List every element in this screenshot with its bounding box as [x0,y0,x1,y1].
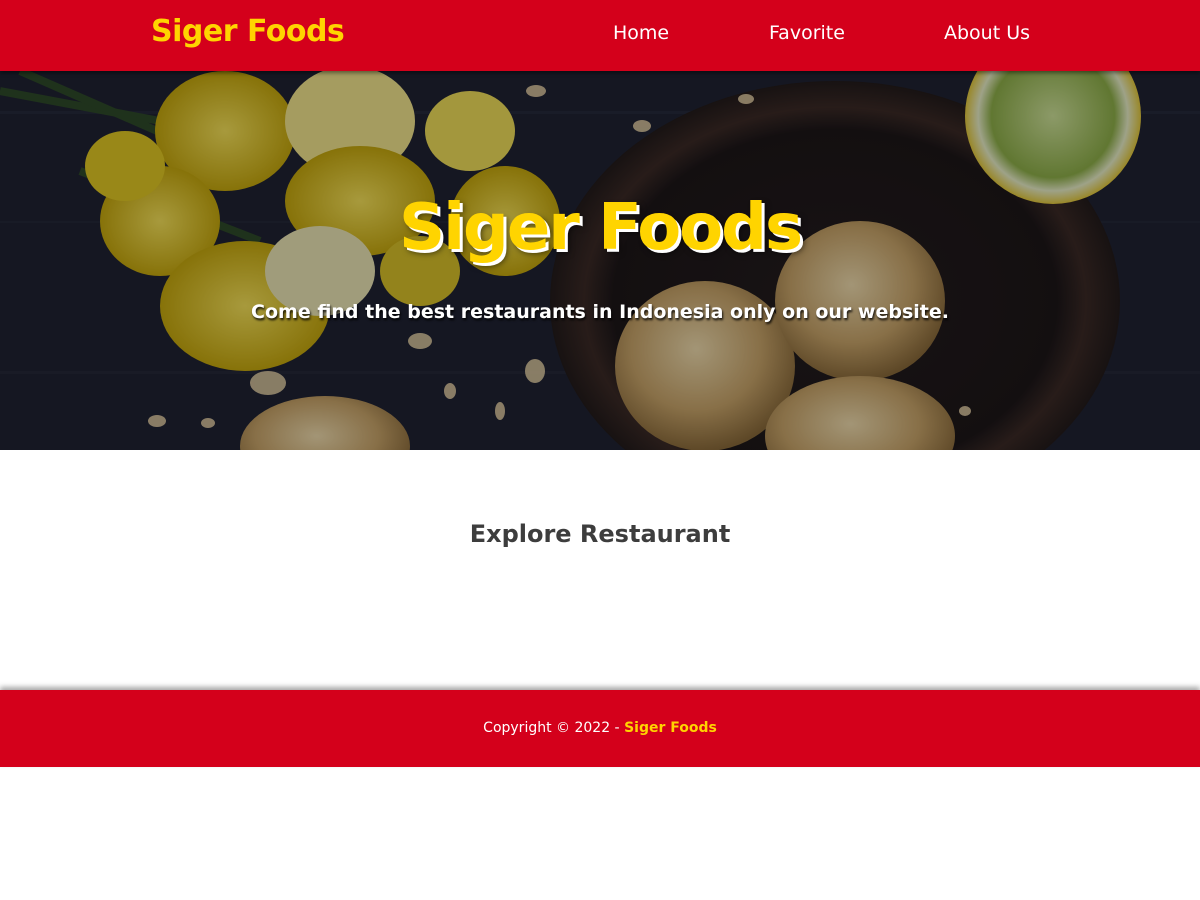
hero-subtitle: Come find the best restaurants in Indone… [251,301,949,323]
page-footer: Copyright © 2022 - Siger Foods [0,690,1200,767]
main-content: Explore Restaurant [0,450,1200,690]
copyright-text: Copyright © 2022 - [483,720,625,736]
hero-banner: Siger Foods Come find the best restauran… [0,71,1200,450]
footer-brand: Siger Foods [624,720,717,736]
main-nav: Home Favorite About Us [0,22,1200,52]
app-bar: Siger Foods Home Favorite About Us [0,0,1200,71]
nav-about-us-link[interactable]: About Us [944,22,1030,44]
nav-favorite-link[interactable]: Favorite [769,22,845,44]
nav-home-link[interactable]: Home [613,22,669,44]
footer-copyright: Copyright © 2022 - Siger Foods [0,720,1200,736]
explore-restaurant-heading: Explore Restaurant [469,520,731,548]
hero-title: Siger Foods [398,191,803,265]
